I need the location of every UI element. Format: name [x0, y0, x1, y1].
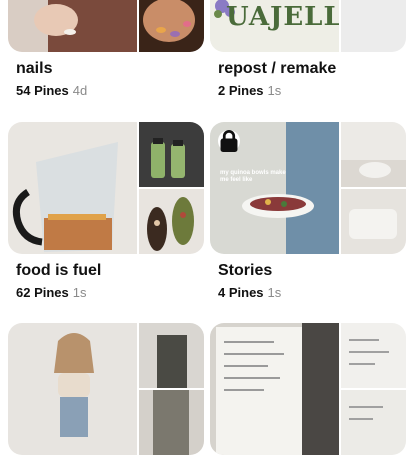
board-cover[interactable]: [8, 0, 204, 52]
pin-count: 62 Pines: [16, 285, 69, 300]
cover-image-top: [139, 122, 204, 187]
cover-image-side: [341, 0, 406, 52]
board-title: repost / remake: [218, 60, 337, 77]
pin-count: 4 Pines: [218, 285, 264, 300]
board-age: 1s: [267, 83, 282, 98]
cover-image-bottom: [341, 390, 406, 455]
cover-image-top: [341, 122, 406, 187]
board-cover[interactable]: UAJELL: [210, 0, 406, 52]
pin-count: 54 Pines: [16, 83, 69, 98]
board-age: 1s: [72, 285, 87, 300]
cover-image-main: [8, 0, 137, 52]
cover-image-bottom: [139, 189, 204, 254]
pin-count: 2 Pines: [218, 83, 264, 98]
cover-image-main: my quinoa bowls make me feel like: [210, 122, 339, 254]
board-meta: 62 Pines 1s: [16, 285, 87, 300]
board-meta: 54 Pines 4d: [16, 83, 87, 98]
cover-image-bottom: [139, 390, 204, 455]
board-title: Stories: [218, 262, 273, 279]
board-meta: 4 Pines 1s: [218, 285, 281, 300]
cover-image-main: [8, 323, 137, 455]
board-title: nails: [16, 60, 53, 77]
board-cover[interactable]: [8, 122, 204, 254]
board-cover[interactable]: [210, 323, 406, 455]
board-age: 1s: [267, 285, 282, 300]
board-cover[interactable]: my quinoa bowls make me feel like: [210, 122, 406, 254]
board-age: 4d: [72, 83, 88, 98]
lock-icon: [218, 130, 240, 152]
board-title: food is fuel: [16, 262, 102, 279]
cover-image-main: UAJELL: [210, 0, 339, 52]
cover-image-main: [210, 323, 339, 455]
cover-image-bottom: [341, 189, 406, 254]
cover-image-top: [139, 323, 204, 388]
cover-image-top: [341, 323, 406, 388]
cover-overlay-text: my quinoa bowls make me feel like: [220, 170, 286, 183]
cover-image-main: [8, 122, 137, 254]
board-cover[interactable]: [8, 323, 204, 455]
cover-wordmark: UAJELL: [226, 2, 339, 32]
cover-image-side: [139, 0, 204, 52]
board-meta: 2 Pines 1s: [218, 83, 281, 98]
